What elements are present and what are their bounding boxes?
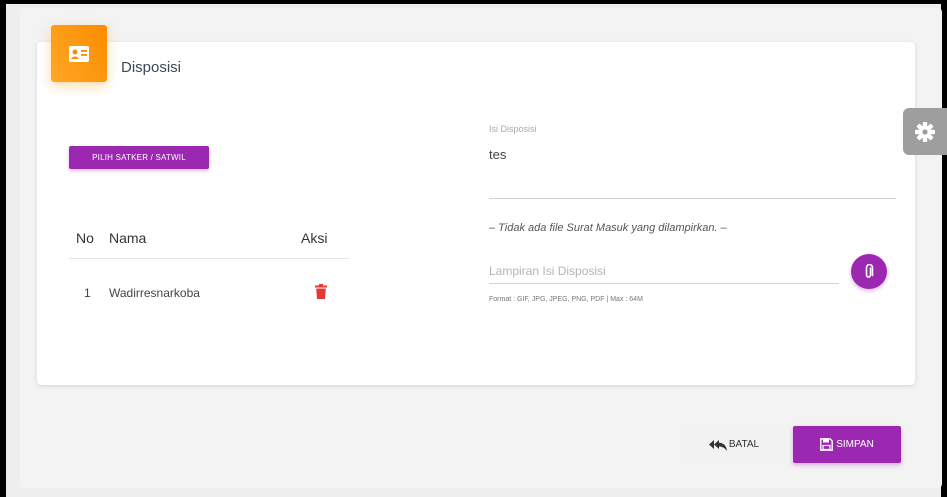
column-header-nama: Nama xyxy=(109,230,147,246)
attach-file-button[interactable] xyxy=(851,254,887,289)
table-header-divider xyxy=(69,258,349,259)
no-file-notice: – Tidak ada file Surat Masuk yang dilamp… xyxy=(489,222,727,234)
batal-label: BATAL xyxy=(728,439,760,450)
card-title: Disposisi xyxy=(121,59,182,76)
isi-disposisi-label: Isi Disposisi xyxy=(489,124,537,134)
row-number: 1 xyxy=(84,286,91,300)
settings-gear-tab[interactable] xyxy=(903,108,947,155)
contact-card-icon xyxy=(51,25,107,82)
disposisi-card xyxy=(37,42,915,385)
lampiran-input[interactable]: Lampiran Isi Disposisi xyxy=(489,262,839,284)
paperclip-icon xyxy=(865,263,874,278)
column-header-aksi: Aksi xyxy=(301,230,328,246)
simpan-button[interactable]: SIMPAN xyxy=(793,426,901,463)
isi-disposisi-underline xyxy=(489,198,896,199)
save-icon xyxy=(820,438,834,451)
gear-icon xyxy=(915,121,935,142)
isi-disposisi-field[interactable]: tes xyxy=(489,147,506,162)
batal-button[interactable]: BATAL xyxy=(687,426,781,463)
trash-icon[interactable] xyxy=(315,284,327,299)
reply-all-icon xyxy=(708,439,727,451)
format-note: Format : GIF, JPG, JPEG, PNG, PDF | Max … xyxy=(489,296,643,303)
simpan-label: SIMPAN xyxy=(836,439,874,450)
row-nama: Wadirresnarkoba xyxy=(109,286,200,300)
pilih-satker-button[interactable]: PILIH SATKER / SATWIL xyxy=(69,146,209,169)
column-header-no: No xyxy=(76,230,94,246)
